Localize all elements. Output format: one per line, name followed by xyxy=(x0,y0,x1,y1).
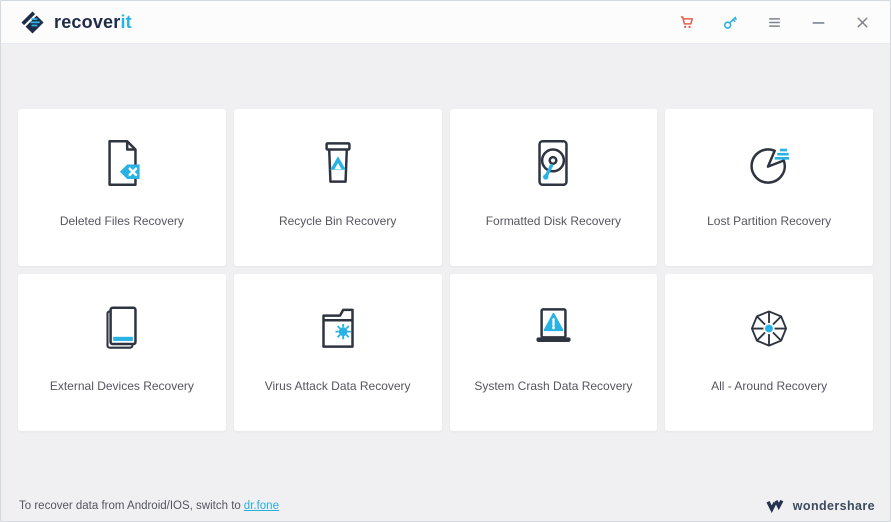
app-title: recoverit xyxy=(54,13,132,31)
lost-partition-icon xyxy=(740,134,798,192)
cart-icon[interactable] xyxy=(677,13,695,31)
drfone-note: To recover data from Android/IOS, switch… xyxy=(19,500,279,512)
drfone-link[interactable]: dr.fone xyxy=(244,500,279,512)
wondershare-logo-icon xyxy=(765,498,786,513)
card-label: All - Around Recovery xyxy=(711,379,827,393)
card-label: Recycle Bin Recovery xyxy=(279,214,396,228)
card-external-devices-recovery[interactable]: External Devices Recovery xyxy=(18,274,226,431)
card-lost-partition-recovery[interactable]: Lost Partition Recovery xyxy=(665,109,873,266)
card-deleted-files-recovery[interactable]: Deleted Files Recovery xyxy=(18,109,226,266)
card-label: External Devices Recovery xyxy=(50,379,194,393)
card-label: Formatted Disk Recovery xyxy=(486,214,621,228)
card-label: Deleted Files Recovery xyxy=(60,214,184,228)
wondershare-label: wondershare xyxy=(793,499,875,513)
wondershare-brand: wondershare xyxy=(765,498,875,513)
card-label: System Crash Data Recovery xyxy=(474,379,632,393)
system-crash-icon xyxy=(524,299,582,357)
footer: To recover data from Android/IOS, switch… xyxy=(19,498,875,513)
virus-attack-icon xyxy=(309,299,367,357)
brand-accent: it xyxy=(120,12,131,32)
menu-icon[interactable] xyxy=(765,13,783,31)
brand-primary: recover xyxy=(54,12,120,32)
recoverit-diamond-icon xyxy=(20,10,45,35)
drfone-note-text: To recover data from Android/IOS, switch… xyxy=(19,500,241,512)
deleted-file-icon xyxy=(93,134,151,192)
minimize-icon[interactable] xyxy=(809,13,827,31)
recycle-bin-icon xyxy=(309,134,367,192)
card-recycle-bin-recovery[interactable]: Recycle Bin Recovery xyxy=(234,109,442,266)
card-all-around-recovery[interactable]: All - Around Recovery xyxy=(665,274,873,431)
external-device-icon xyxy=(93,299,151,357)
recoverit-window: recoverit Deleted Files Recovery Recycle… xyxy=(0,0,891,522)
titlebar-actions xyxy=(677,13,871,31)
card-label: Lost Partition Recovery xyxy=(707,214,831,228)
formatted-disk-icon xyxy=(524,134,582,192)
card-formatted-disk-recovery[interactable]: Formatted Disk Recovery xyxy=(450,109,658,266)
app-logo: recoverit xyxy=(20,10,132,35)
recovery-mode-grid: Deleted Files Recovery Recycle Bin Recov… xyxy=(18,109,873,431)
card-system-crash-data-recovery[interactable]: System Crash Data Recovery xyxy=(450,274,658,431)
titlebar: recoverit xyxy=(1,1,890,44)
card-label: Virus Attack Data Recovery xyxy=(265,379,411,393)
all-around-icon xyxy=(740,299,798,357)
close-icon[interactable] xyxy=(853,13,871,31)
key-icon[interactable] xyxy=(721,13,739,31)
card-virus-attack-data-recovery[interactable]: Virus Attack Data Recovery xyxy=(234,274,442,431)
